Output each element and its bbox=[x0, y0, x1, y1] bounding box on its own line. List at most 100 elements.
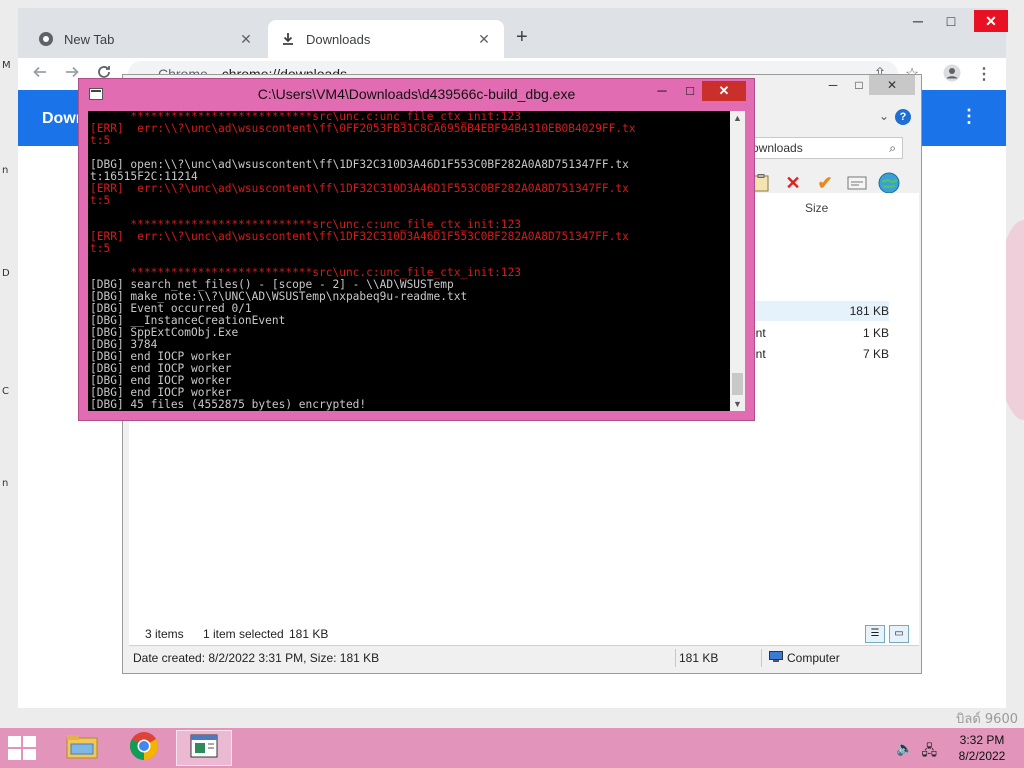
console-line: [DBG] 45 files (4552875 bytes) encrypted… bbox=[90, 399, 367, 411]
network-icon[interactable]: 🖧 bbox=[921, 740, 937, 764]
console-line: [DBG] end IOCP worker bbox=[90, 375, 232, 387]
close-window-button[interactable]: ✕ bbox=[869, 75, 915, 95]
chrome-icon bbox=[38, 31, 54, 47]
console-line: t:5 bbox=[90, 135, 111, 147]
console-app-icon[interactable] bbox=[89, 88, 103, 100]
tab-label: Downloads bbox=[306, 31, 371, 47]
console-app-icon bbox=[190, 734, 218, 763]
properties-icon[interactable] bbox=[845, 171, 869, 195]
console-line: [DBG] end IOCP worker bbox=[90, 387, 232, 399]
chrome-icon bbox=[129, 731, 159, 766]
file-explorer-icon bbox=[65, 732, 99, 765]
close-icon[interactable]: ✕ bbox=[238, 31, 254, 48]
minimize-button[interactable]: ─ bbox=[649, 81, 675, 101]
column-header-size[interactable]: Size bbox=[805, 201, 828, 215]
globe-icon[interactable] bbox=[877, 171, 901, 195]
file-size: 7 KB bbox=[862, 347, 889, 361]
console-line: [ERR] err:\\?\unc\ad\wsuscontent\ff\0FF2… bbox=[90, 123, 636, 135]
selection-count: 1 item selected bbox=[203, 627, 284, 641]
chevron-down-icon[interactable]: ⌄ bbox=[879, 109, 889, 123]
console-line: [DBG] Event occurred 0/1 bbox=[90, 303, 252, 315]
console-line: ***************************src\unc.c:unc… bbox=[90, 111, 522, 123]
large-icons-view-icon[interactable]: ▭ bbox=[889, 625, 909, 643]
taskbar-file-explorer[interactable] bbox=[54, 730, 110, 766]
console-line: t:5 bbox=[90, 195, 111, 207]
console-line: [DBG] make_note:\\?\UNC\AD\WSUSTemp\nxpa… bbox=[90, 291, 468, 303]
system-tray: 🔈 🖧 bbox=[896, 740, 937, 764]
file-size: 1 KB bbox=[862, 326, 889, 340]
details-view-icon[interactable]: ☰ bbox=[865, 625, 885, 643]
window-title: C:\Users\VM4\Downloads\d439566c-build_db… bbox=[257, 86, 576, 102]
tab-strip: New Tab ✕ Downloads ✕ + ─ □ ✕ bbox=[18, 8, 1008, 58]
item-count: 3 items bbox=[145, 627, 184, 641]
chrome-menu-kebab-icon[interactable]: ⋮ bbox=[974, 64, 994, 84]
new-tab-button[interactable]: + bbox=[516, 26, 528, 49]
console-line: [DBG] end IOCP worker bbox=[90, 363, 232, 375]
close-window-button[interactable]: ✕ bbox=[974, 10, 1008, 32]
minimize-button[interactable]: ─ bbox=[903, 10, 933, 32]
console-line: [DBG] 3784 bbox=[90, 339, 158, 351]
console-line: [DBG] search_net_files() - [scope - 2] -… bbox=[90, 279, 454, 291]
maximize-button[interactable]: □ bbox=[677, 81, 703, 101]
console-line: [DBG] end IOCP worker bbox=[90, 351, 232, 363]
details-location: Computer bbox=[787, 651, 840, 665]
taskbar-clock[interactable]: 3:32 PM 8/2/2022 bbox=[950, 732, 1014, 764]
list-item[interactable]: ent 7 KB bbox=[749, 344, 889, 364]
explorer-statusbar: 3 items 1 item selected 181 KB ☰ ▭ bbox=[129, 623, 919, 645]
tab-downloads[interactable]: Downloads ✕ bbox=[268, 20, 504, 58]
explorer-details-bar: Date created: 8/2/2022 3:31 PM, Size: 18… bbox=[129, 645, 919, 669]
console-output[interactable]: ***************************src\unc.c:unc… bbox=[88, 111, 730, 411]
console-line: ***************************src\unc.c:unc… bbox=[90, 219, 522, 231]
downloads-menu-kebab-icon[interactable]: ⋮ bbox=[960, 106, 978, 127]
volume-muted-icon[interactable]: 🔈 bbox=[896, 740, 913, 764]
start-button[interactable] bbox=[8, 736, 38, 760]
desktop-edge-letter: n bbox=[2, 478, 9, 489]
explorer-toolbar: ✕ ✔ bbox=[749, 171, 901, 195]
console-window: C:\Users\VM4\Downloads\d439566c-build_db… bbox=[78, 78, 755, 421]
scroll-up-arrow-icon[interactable]: ▲ bbox=[730, 111, 745, 125]
clock-time: 3:32 PM bbox=[959, 733, 1005, 747]
scroll-thumb[interactable] bbox=[732, 373, 743, 395]
console-line: ***************************src\unc.c:unc… bbox=[90, 267, 522, 279]
console-scrollbar[interactable]: ▲ ▼ bbox=[730, 111, 745, 411]
scroll-down-arrow-icon[interactable]: ▼ bbox=[730, 397, 745, 411]
taskbar: 🔈 🖧 3:32 PM 8/2/2022 bbox=[0, 728, 1024, 768]
console-line: [DBG] SppExtComObj.Exe bbox=[90, 327, 239, 339]
desktop-edge-letter: M bbox=[2, 60, 11, 71]
help-icon[interactable]: ? bbox=[895, 109, 911, 125]
windows-build-watermark: บิลด์ 9600 bbox=[956, 712, 1018, 727]
search-icon: ⌕ bbox=[889, 141, 896, 155]
delete-x-icon[interactable]: ✕ bbox=[781, 171, 805, 195]
desktop-edge-letter: C bbox=[2, 386, 9, 397]
back-arrow-icon[interactable] bbox=[30, 64, 50, 85]
maximize-button[interactable]: □ bbox=[936, 10, 966, 32]
console-line: [ERR] err:\\?\unc\ad\wsuscontent\ff\1DF3… bbox=[90, 231, 629, 243]
desktop-edge-letter: n bbox=[2, 165, 9, 176]
profile-avatar-icon[interactable] bbox=[942, 64, 962, 87]
console-line: [DBG] __InstanceCreationEvent bbox=[90, 315, 286, 327]
clock-date: 8/2/2022 bbox=[958, 749, 1006, 763]
close-icon[interactable]: ✕ bbox=[476, 31, 492, 48]
list-item[interactable]: 181 KB bbox=[749, 301, 889, 321]
checkmark-icon[interactable]: ✔ bbox=[813, 171, 837, 195]
tab-label: New Tab bbox=[64, 31, 115, 47]
console-line: [DBG] open:\\?\unc\ad\wsuscontent\ff\1DF… bbox=[90, 159, 629, 171]
selection-size: 181 KB bbox=[289, 627, 329, 641]
minimize-button[interactable]: ─ bbox=[819, 75, 847, 95]
taskbar-chrome[interactable] bbox=[116, 730, 172, 766]
console-line: t:16515F2C:11214 bbox=[90, 171, 198, 183]
divider bbox=[761, 649, 762, 667]
view-buttons: ☰ ▭ bbox=[865, 625, 909, 643]
tab-new-tab[interactable]: New Tab ✕ bbox=[26, 20, 266, 58]
divider bbox=[675, 649, 676, 667]
file-size: 181 KB bbox=[849, 304, 889, 318]
search-input[interactable]: ownloads ⌕ bbox=[749, 137, 903, 159]
close-window-button[interactable]: ✕ bbox=[702, 81, 746, 101]
console-line: [ERR] err:\\?\unc\ad\wsuscontent\ff\1DF3… bbox=[90, 183, 629, 195]
download-icon bbox=[280, 31, 296, 47]
list-item[interactable]: ent 1 KB bbox=[749, 323, 889, 343]
taskbar-console[interactable] bbox=[176, 730, 232, 766]
